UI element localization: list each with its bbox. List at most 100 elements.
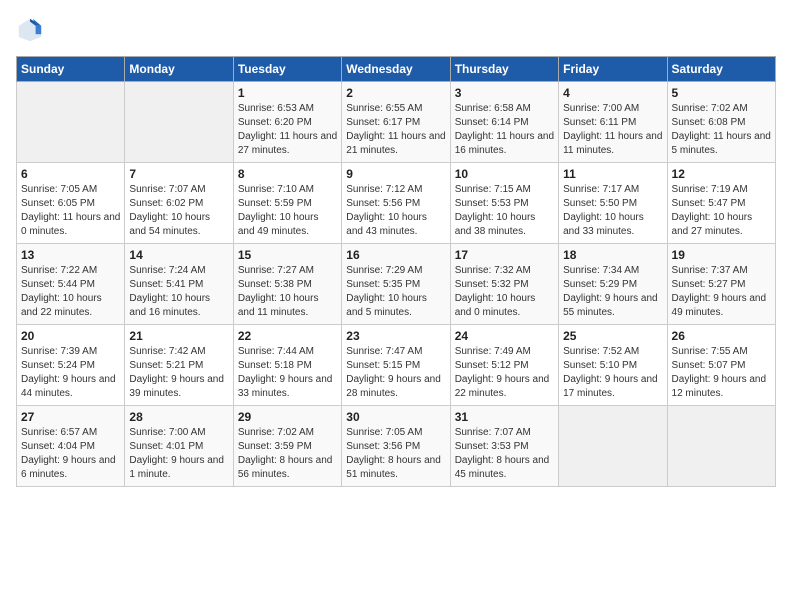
day-number: 5 — [672, 86, 771, 100]
day-info: Sunrise: 7:12 AMSunset: 5:56 PMDaylight:… — [346, 183, 445, 239]
day-number: 21 — [129, 329, 228, 343]
logo — [16, 16, 48, 44]
calendar-cell: 12 Sunrise: 7:19 AMSunset: 5:47 PMDayligh… — [667, 163, 775, 244]
day-info: Sunrise: 7:44 AMSunset: 5:18 PMDaylight:… — [238, 345, 337, 401]
day-info: Sunrise: 7:32 AMSunset: 5:32 PMDaylight:… — [455, 264, 554, 320]
day-info: Sunrise: 7:27 AMSunset: 5:38 PMDaylight:… — [238, 264, 337, 320]
calendar-cell: 24 Sunrise: 7:49 AMSunset: 5:12 PMDayligh… — [450, 325, 558, 406]
day-info: Sunrise: 7:05 AMSunset: 3:56 PMDaylight:… — [346, 426, 445, 482]
calendar-week-row: 27Sunrise: 6:57 AMSunset: 4:04 PMDayligh… — [17, 406, 776, 487]
calendar-cell: 22 Sunrise: 7:44 AMSunset: 5:18 PMDayligh… — [233, 325, 341, 406]
day-info: Sunrise: 6:58 AMSunset: 6:14 PMDaylight:… — [455, 102, 554, 158]
weekday-header-saturday: Saturday — [667, 57, 775, 82]
calendar-cell: 1 Sunrise: 6:53 AMSunset: 6:20 PMDaylight… — [233, 82, 341, 163]
calendar-cell: 15 Sunrise: 7:27 AMSunset: 5:38 PMDayligh… — [233, 244, 341, 325]
calendar-cell: 29 Sunrise: 7:02 AMSunset: 3:59 PMDayligh… — [233, 406, 341, 487]
calendar-cell: 21 Sunrise: 7:42 AMSunset: 5:21 PMDayligh… — [125, 325, 233, 406]
day-number: 31 — [455, 410, 554, 424]
weekday-header-tuesday: Tuesday — [233, 57, 341, 82]
day-number: 30 — [346, 410, 445, 424]
day-number: 13 — [21, 248, 120, 262]
day-info: Sunrise: 7:29 AMSunset: 5:35 PMDaylight:… — [346, 264, 445, 320]
day-info: Sunrise: 7:39 AMSunset: 5:24 PMDaylight:… — [21, 345, 120, 401]
day-info: Sunrise: 7:00 AMSunset: 6:11 PMDaylight:… — [563, 102, 662, 158]
day-info: Sunrise: 7:00 AMSunset: 4:01 PMDaylight:… — [129, 426, 228, 482]
day-number: 29 — [238, 410, 337, 424]
calendar-cell: 14 Sunrise: 7:24 AMSunset: 5:41 PMDayligh… — [125, 244, 233, 325]
calendar-cell: 5 Sunrise: 7:02 AMSunset: 6:08 PMDaylight… — [667, 82, 775, 163]
weekday-header-monday: Monday — [125, 57, 233, 82]
day-number: 7 — [129, 167, 228, 181]
day-number: 8 — [238, 167, 337, 181]
day-info: Sunrise: 7:24 AMSunset: 5:41 PMDaylight:… — [129, 264, 228, 320]
calendar-cell: 9Sunrise: 7:12 AMSunset: 5:56 PMDaylight… — [342, 163, 450, 244]
day-info: Sunrise: 7:22 AMSunset: 5:44 PMDaylight:… — [21, 264, 120, 320]
day-info: Sunrise: 7:02 AMSunset: 3:59 PMDaylight:… — [238, 426, 337, 482]
calendar-cell: 30 Sunrise: 7:05 AMSunset: 3:56 PMDayligh… — [342, 406, 450, 487]
calendar-cell — [17, 82, 125, 163]
calendar-cell: 19 Sunrise: 7:37 AMSunset: 5:27 PMDayligh… — [667, 244, 775, 325]
day-number: 15 — [238, 248, 337, 262]
weekday-header-sunday: Sunday — [17, 57, 125, 82]
calendar-cell: 28 Sunrise: 7:00 AMSunset: 4:01 PMDayligh… — [125, 406, 233, 487]
calendar-cell — [559, 406, 667, 487]
page-header — [16, 16, 776, 44]
calendar-cell: 4 Sunrise: 7:00 AMSunset: 6:11 PMDaylight… — [559, 82, 667, 163]
day-info: Sunrise: 7:42 AMSunset: 5:21 PMDaylight:… — [129, 345, 228, 401]
day-number: 2 — [346, 86, 445, 100]
day-number: 26 — [672, 329, 771, 343]
day-number: 25 — [563, 329, 662, 343]
calendar-cell: 8 Sunrise: 7:10 AMSunset: 5:59 PMDaylight… — [233, 163, 341, 244]
calendar-week-row: 20Sunrise: 7:39 AMSunset: 5:24 PMDayligh… — [17, 325, 776, 406]
day-info: Sunrise: 7:07 AMSunset: 6:02 PMDaylight:… — [129, 183, 228, 239]
day-info: Sunrise: 7:05 AMSunset: 6:05 PMDaylight:… — [21, 183, 120, 239]
day-number: 3 — [455, 86, 554, 100]
day-number: 4 — [563, 86, 662, 100]
day-info: Sunrise: 7:15 AMSunset: 5:53 PMDaylight:… — [455, 183, 554, 239]
calendar-cell: 10 Sunrise: 7:15 AMSunset: 5:53 PMDayligh… — [450, 163, 558, 244]
calendar-cell: 6 Sunrise: 7:05 AMSunset: 6:05 PMDaylight… — [17, 163, 125, 244]
day-info: Sunrise: 7:34 AMSunset: 5:29 PMDaylight:… — [563, 264, 662, 320]
calendar-cell — [125, 82, 233, 163]
day-number: 16 — [346, 248, 445, 262]
day-info: Sunrise: 7:10 AMSunset: 5:59 PMDaylight:… — [238, 183, 337, 239]
day-number: 22 — [238, 329, 337, 343]
calendar-week-row: 6 Sunrise: 7:05 AMSunset: 6:05 PMDaylight… — [17, 163, 776, 244]
calendar-cell: 2 Sunrise: 6:55 AMSunset: 6:17 PMDaylight… — [342, 82, 450, 163]
calendar-cell: 25 Sunrise: 7:52 AMSunset: 5:10 PMDayligh… — [559, 325, 667, 406]
calendar-week-row: 13 Sunrise: 7:22 AMSunset: 5:44 PMDayligh… — [17, 244, 776, 325]
calendar-cell: 13 Sunrise: 7:22 AMSunset: 5:44 PMDayligh… — [17, 244, 125, 325]
day-number: 24 — [455, 329, 554, 343]
day-number: 10 — [455, 167, 554, 181]
day-info: Sunrise: 7:37 AMSunset: 5:27 PMDaylight:… — [672, 264, 771, 320]
day-number: 14 — [129, 248, 228, 262]
day-number: 17 — [455, 248, 554, 262]
day-info: Sunrise: 7:47 AMSunset: 5:15 PMDaylight:… — [346, 345, 445, 401]
day-number: 6 — [21, 167, 120, 181]
day-number: 19 — [672, 248, 771, 262]
weekday-header-thursday: Thursday — [450, 57, 558, 82]
calendar-cell: 26 Sunrise: 7:55 AMSunset: 5:07 PMDayligh… — [667, 325, 775, 406]
calendar-cell: 23Sunrise: 7:47 AMSunset: 5:15 PMDayligh… — [342, 325, 450, 406]
day-info: Sunrise: 7:49 AMSunset: 5:12 PMDaylight:… — [455, 345, 554, 401]
day-info: Sunrise: 7:55 AMSunset: 5:07 PMDaylight:… — [672, 345, 771, 401]
day-info: Sunrise: 7:19 AMSunset: 5:47 PMDaylight:… — [672, 183, 771, 239]
day-number: 12 — [672, 167, 771, 181]
day-number: 28 — [129, 410, 228, 424]
calendar-cell: 18 Sunrise: 7:34 AMSunset: 5:29 PMDayligh… — [559, 244, 667, 325]
day-info: Sunrise: 7:52 AMSunset: 5:10 PMDaylight:… — [563, 345, 662, 401]
calendar-cell: 3 Sunrise: 6:58 AMSunset: 6:14 PMDaylight… — [450, 82, 558, 163]
day-number: 18 — [563, 248, 662, 262]
day-info: Sunrise: 7:07 AMSunset: 3:53 PMDaylight:… — [455, 426, 554, 482]
weekday-header-wednesday: Wednesday — [342, 57, 450, 82]
day-number: 27 — [21, 410, 120, 424]
day-info: Sunrise: 6:53 AMSunset: 6:20 PMDaylight:… — [238, 102, 337, 158]
calendar-week-row: 1 Sunrise: 6:53 AMSunset: 6:20 PMDaylight… — [17, 82, 776, 163]
calendar-cell: 27Sunrise: 6:57 AMSunset: 4:04 PMDayligh… — [17, 406, 125, 487]
day-number: 1 — [238, 86, 337, 100]
day-info: Sunrise: 6:55 AMSunset: 6:17 PMDaylight:… — [346, 102, 445, 158]
calendar-cell: 17 Sunrise: 7:32 AMSunset: 5:32 PMDayligh… — [450, 244, 558, 325]
day-info: Sunrise: 7:02 AMSunset: 6:08 PMDaylight:… — [672, 102, 771, 158]
calendar-cell: 7 Sunrise: 7:07 AMSunset: 6:02 PMDaylight… — [125, 163, 233, 244]
weekday-header-friday: Friday — [559, 57, 667, 82]
